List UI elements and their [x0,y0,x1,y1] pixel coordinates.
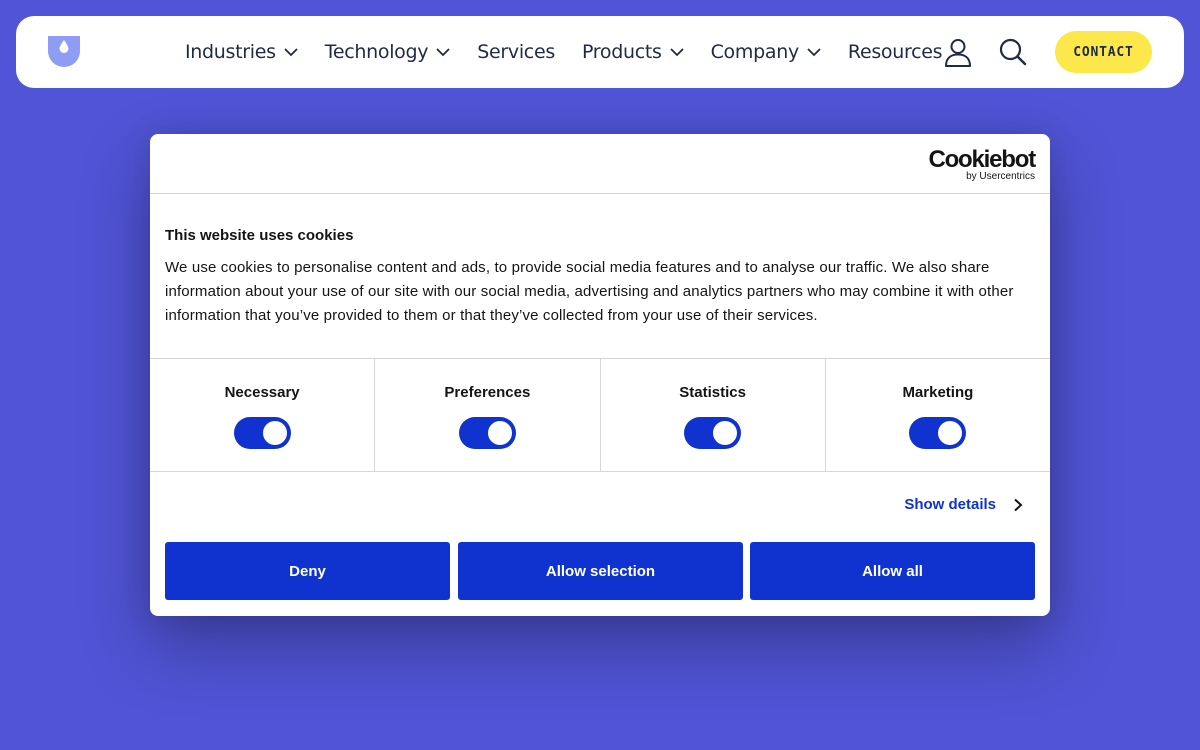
chevron-right-icon [1014,498,1023,511]
toggle-knob [262,421,287,445]
consent-toggles: Necessary Preferences Statistics Marketi… [150,359,1050,472]
dialog-title: This website uses cookies [165,227,354,244]
chevron-down-icon [807,48,821,57]
chevron-down-icon [436,48,450,57]
allow-selection-button[interactable]: Allow selection [458,542,743,600]
toggle-knob [938,421,963,445]
toggle-label: Necessary [224,384,300,401]
nav-label: Services [477,41,555,63]
toggle-label: Statistics [679,384,746,401]
details-row: Show details [150,472,1050,541]
toggle-knob [487,421,512,445]
chevron-down-icon [669,48,684,57]
deny-button[interactable]: Deny [165,542,450,600]
nav-label: Resources [847,41,943,63]
preferences-toggle[interactable] [458,417,516,449]
toggle-knob [713,421,738,445]
site-header: Industries Technology Services Products … [16,16,1184,88]
show-details-link[interactable]: Show details [904,496,1023,513]
contact-button[interactable]: CONTACT [1055,31,1152,73]
toggle-cell-preferences: Preferences [375,359,601,471]
chevron-down-icon [284,48,298,57]
search-icon[interactable] [998,37,1028,67]
nav-item-company[interactable]: Company [711,41,821,63]
nav-item-services[interactable]: Services [477,41,555,63]
toggle-cell-marketing: Marketing [826,359,1050,471]
statistics-toggle[interactable] [684,417,742,449]
toggle-label: Preferences [444,384,531,401]
toggle-cell-necessary: Necessary [150,359,376,471]
dialog-description: We use cookies to personalise content an… [165,259,1014,324]
necessary-toggle[interactable] [233,417,291,449]
toggle-label: Marketing [902,384,974,401]
nav-label: Industries [185,41,276,63]
allow-all-button[interactable]: Allow all [750,542,1035,600]
cookiebot-brand-name: Cookiebot [928,146,1036,173]
dialog-body: This website uses cookies We use cookies… [150,194,1050,359]
nav-item-resources[interactable]: Resources [847,41,943,63]
toggle-cell-statistics: Statistics [601,359,826,471]
nav-label: Technology [324,41,429,63]
consent-buttons: Deny Allow selection Allow all [165,542,1035,600]
main-nav: Industries Technology Services Products … [185,16,969,88]
cookie-consent-dialog: Cookiebot by Usercentrics This website u… [150,134,1050,616]
nav-item-products[interactable]: Products [582,41,684,63]
marketing-toggle[interactable] [909,417,967,449]
nav-label: Products [581,41,662,63]
cookiebot-logo[interactable]: Cookiebot by Usercentrics [928,146,1036,183]
nav-item-industries[interactable]: Industries [185,41,298,63]
user-icon[interactable] [943,37,973,67]
show-details-label: Show details [904,496,996,513]
nav-label: Company [710,41,800,63]
logo-shield-icon[interactable] [48,36,80,68]
dialog-header: Cookiebot by Usercentrics [150,134,1050,194]
nav-item-technology[interactable]: Technology [325,41,450,63]
